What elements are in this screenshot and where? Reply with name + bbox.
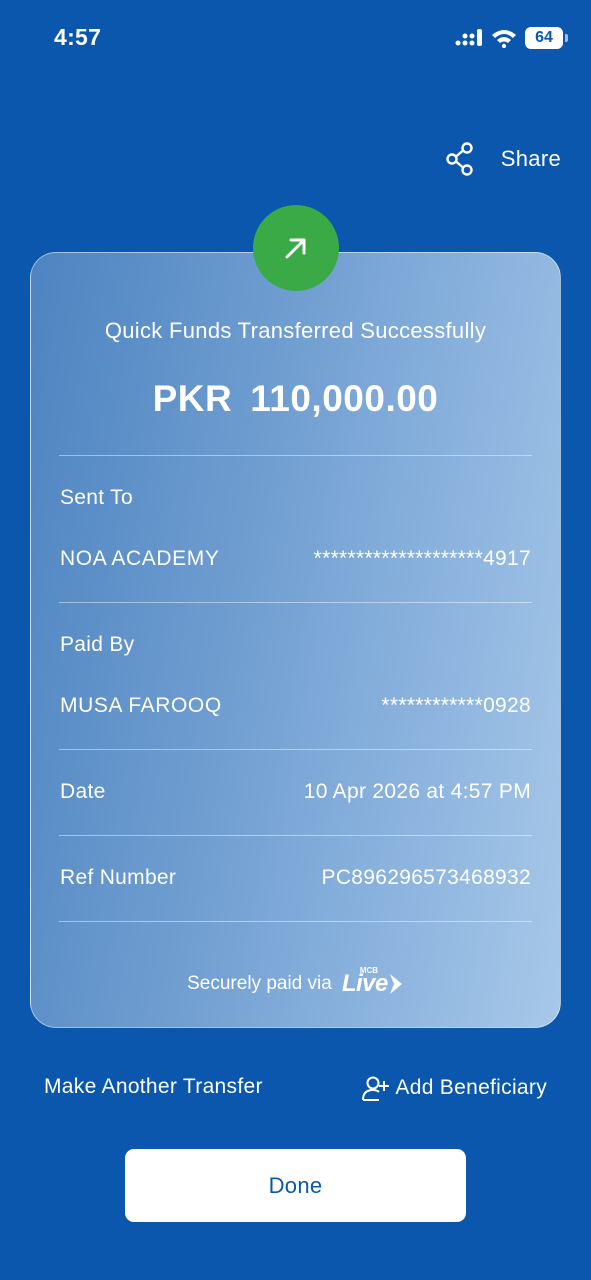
divider bbox=[59, 602, 532, 603]
divider bbox=[59, 749, 532, 750]
live-chevron-icon bbox=[389, 974, 402, 994]
date-label: Date bbox=[60, 780, 106, 803]
date-value: 10 Apr 2026 at 4:57 PM bbox=[303, 780, 531, 803]
divider bbox=[59, 455, 532, 456]
add-user-icon bbox=[362, 1076, 390, 1101]
recipient-account: ********************4917 bbox=[313, 547, 531, 570]
share-button[interactable]: Share bbox=[445, 142, 561, 176]
share-label: Share bbox=[500, 146, 561, 171]
signal-icon bbox=[455, 29, 482, 46]
make-another-transfer-link[interactable]: Make Another Transfer bbox=[44, 1075, 263, 1099]
share-icon bbox=[446, 142, 473, 176]
divider bbox=[59, 835, 532, 836]
recipient-name: NOA ACADEMY bbox=[60, 547, 220, 570]
add-beneficiary-button[interactable]: Add Beneficiary bbox=[361, 1073, 547, 1103]
mcb-live-logo: Live MCB bbox=[342, 966, 404, 998]
mcb-logo-text: MCB bbox=[359, 966, 379, 975]
wifi-icon bbox=[492, 30, 516, 48]
amount-value: 110,000.00 bbox=[250, 378, 439, 419]
paid-by-label: Paid By bbox=[60, 633, 135, 656]
ref-number-label: Ref Number bbox=[60, 866, 177, 889]
divider bbox=[59, 921, 532, 922]
battery-level: 64 bbox=[535, 29, 553, 46]
arrow-up-right-icon bbox=[285, 238, 306, 259]
transfer-amount: PKR 110,000.00 bbox=[0, 378, 591, 420]
receipt-title: Quick Funds Transferred Successfully bbox=[104, 318, 487, 343]
payer-account: ************0928 bbox=[381, 694, 531, 717]
secure-text: Securely paid via bbox=[187, 973, 332, 994]
add-beneficiary-label: Add Beneficiary bbox=[395, 1076, 547, 1099]
transfer-success-screen: 4:57 64 Share Quick Funds Transferred Su… bbox=[0, 0, 591, 1280]
done-button[interactable]: Done bbox=[125, 1149, 466, 1222]
payer-name: MUSA FAROOQ bbox=[60, 694, 222, 717]
amount-currency: PKR bbox=[152, 378, 233, 419]
status-icons: 64 bbox=[455, 26, 568, 50]
ref-number-value: PC896296573468932 bbox=[321, 866, 531, 889]
success-badge bbox=[253, 205, 339, 291]
sent-to-label: Sent To bbox=[60, 486, 133, 509]
secure-footer: Securely paid via Live MCB bbox=[0, 966, 591, 998]
battery-icon: 64 bbox=[525, 27, 568, 49]
status-time: 4:57 bbox=[54, 24, 102, 50]
